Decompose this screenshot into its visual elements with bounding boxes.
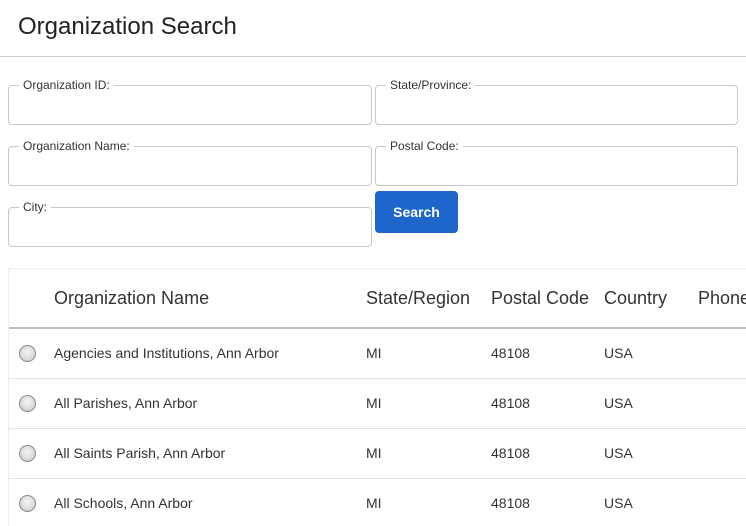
country-cell: USA — [604, 495, 633, 511]
organization-name-field[interactable]: Organization Name: — [8, 139, 372, 186]
results-table: Organization Name State/Region Postal Co… — [8, 268, 746, 526]
organization-name-cell: All Parishes, Ann Arbor — [54, 395, 198, 411]
postal-code-label: Postal Code: — [386, 139, 463, 153]
state-cell: MI — [366, 495, 382, 511]
postal-code-cell: 48108 — [491, 395, 530, 411]
table-row[interactable]: All Parishes, Ann Arbor MI 48108 USA — [9, 379, 746, 429]
column-header-country[interactable]: Country — [604, 288, 667, 309]
column-header-postal-code[interactable]: Postal Code — [491, 288, 589, 309]
postal-code-input[interactable] — [382, 155, 731, 181]
state-cell: MI — [366, 395, 382, 411]
state-province-field[interactable]: State/Province: — [375, 78, 738, 125]
city-input[interactable] — [15, 216, 365, 242]
city-label: City: — [19, 200, 51, 214]
page-title: Organization Search — [18, 13, 237, 40]
row-select-radio[interactable] — [19, 445, 36, 462]
organization-search-page: Organization Search Organization ID: Sta… — [0, 0, 746, 526]
column-header-phone[interactable]: Phone — [698, 288, 746, 309]
organization-name-cell: All Saints Parish, Ann Arbor — [54, 445, 226, 461]
state-cell: MI — [366, 345, 382, 361]
organization-id-label: Organization ID: — [19, 78, 114, 92]
row-select-radio[interactable] — [19, 395, 36, 412]
organization-id-field[interactable]: Organization ID: — [8, 78, 372, 125]
row-select-radio[interactable] — [19, 495, 36, 512]
search-button[interactable]: Search — [375, 191, 458, 233]
country-cell: USA — [604, 345, 633, 361]
table-row[interactable]: Agencies and Institutions, Ann Arbor MI … — [9, 329, 746, 379]
column-header-state-region[interactable]: State/Region — [366, 288, 470, 309]
state-province-label: State/Province: — [386, 78, 476, 92]
page-header: Organization Search — [0, 0, 746, 57]
country-cell: USA — [604, 395, 633, 411]
table-row[interactable]: All Schools, Ann Arbor MI 48108 USA — [9, 479, 746, 526]
state-province-input[interactable] — [382, 94, 731, 120]
column-header-organization-name[interactable]: Organization Name — [54, 288, 209, 309]
postal-code-cell: 48108 — [491, 445, 530, 461]
table-header: Organization Name State/Region Postal Co… — [9, 269, 746, 329]
postal-code-cell: 48108 — [491, 495, 530, 511]
postal-code-cell: 48108 — [491, 345, 530, 361]
table-row[interactable]: All Saints Parish, Ann Arbor MI 48108 US… — [9, 429, 746, 479]
state-cell: MI — [366, 445, 382, 461]
organization-name-input[interactable] — [15, 155, 365, 181]
city-field[interactable]: City: — [8, 200, 372, 247]
organization-name-cell: Agencies and Institutions, Ann Arbor — [54, 345, 279, 361]
organization-name-cell: All Schools, Ann Arbor — [54, 495, 193, 511]
country-cell: USA — [604, 445, 633, 461]
organization-name-label: Organization Name: — [19, 139, 134, 153]
row-select-radio[interactable] — [19, 345, 36, 362]
organization-id-input[interactable] — [15, 94, 365, 120]
postal-code-field[interactable]: Postal Code: — [375, 139, 738, 186]
